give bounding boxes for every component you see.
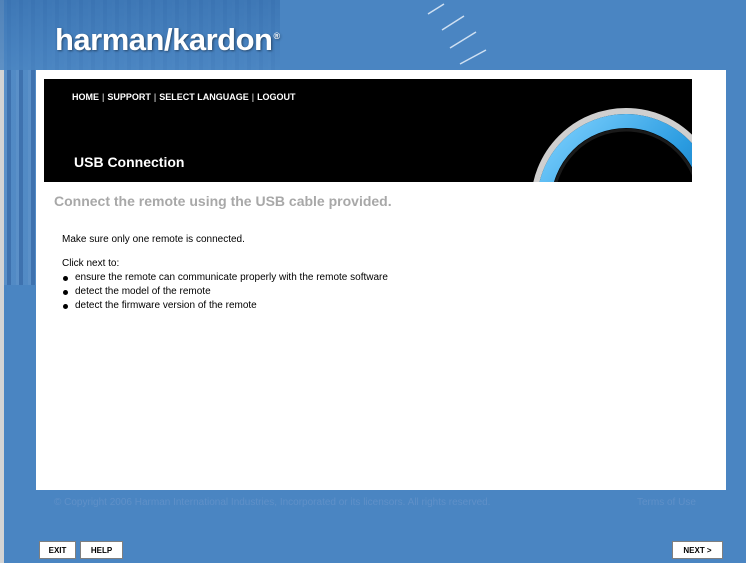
copyright-text: © Copyright 2006 Harman International In…: [54, 497, 491, 508]
terms-of-use-link[interactable]: Terms of Use: [637, 497, 696, 508]
top-navigation: HOME | SUPPORT | SELECT LANGUAGE | LOGOUT: [72, 92, 296, 102]
page-title: USB Connection: [74, 154, 185, 170]
background-lines-graphic: [427, 3, 487, 65]
nav-separator: |: [153, 92, 157, 102]
next-actions-list: ensure the remote can communicate proper…: [62, 271, 388, 313]
help-button[interactable]: HELP: [80, 541, 123, 559]
page-subtitle: Connect the remote using the USB cable p…: [54, 193, 392, 209]
header-banner: HOME | SUPPORT | SELECT LANGUAGE | LOGOUT USB …: [44, 79, 692, 182]
harman-kardon-logo: harman/kardon®: [55, 22, 280, 58]
app-window: harman/kardon® HOME | SUPPORT | SELECT LANGU…: [0, 0, 746, 563]
list-item: detect the model of the remote: [63, 285, 388, 299]
logo-text: harman/kardon: [55, 22, 273, 57]
nav-separator: |: [251, 92, 255, 102]
nav-home-link[interactable]: HOME: [72, 92, 99, 102]
list-item: ensure the remote can communicate proper…: [63, 272, 388, 283]
nav-logout-link[interactable]: LOGOUT: [257, 92, 296, 102]
blue-ring-graphic: [533, 108, 692, 182]
exit-button[interactable]: EXIT: [39, 541, 76, 559]
list-item: detect the firmware version of the remot…: [63, 299, 388, 313]
next-button[interactable]: NEXT >: [672, 541, 723, 559]
click-next-intro: Click next to:: [62, 258, 120, 269]
instructions-block: Make sure only one remote is connected. …: [62, 233, 388, 313]
registered-mark: ®: [273, 30, 280, 41]
nav-support-link[interactable]: SUPPORT: [107, 92, 151, 102]
instruction-text: Make sure only one remote is connected.: [62, 234, 245, 245]
nav-select-language-link[interactable]: SELECT LANGUAGE: [159, 92, 249, 102]
